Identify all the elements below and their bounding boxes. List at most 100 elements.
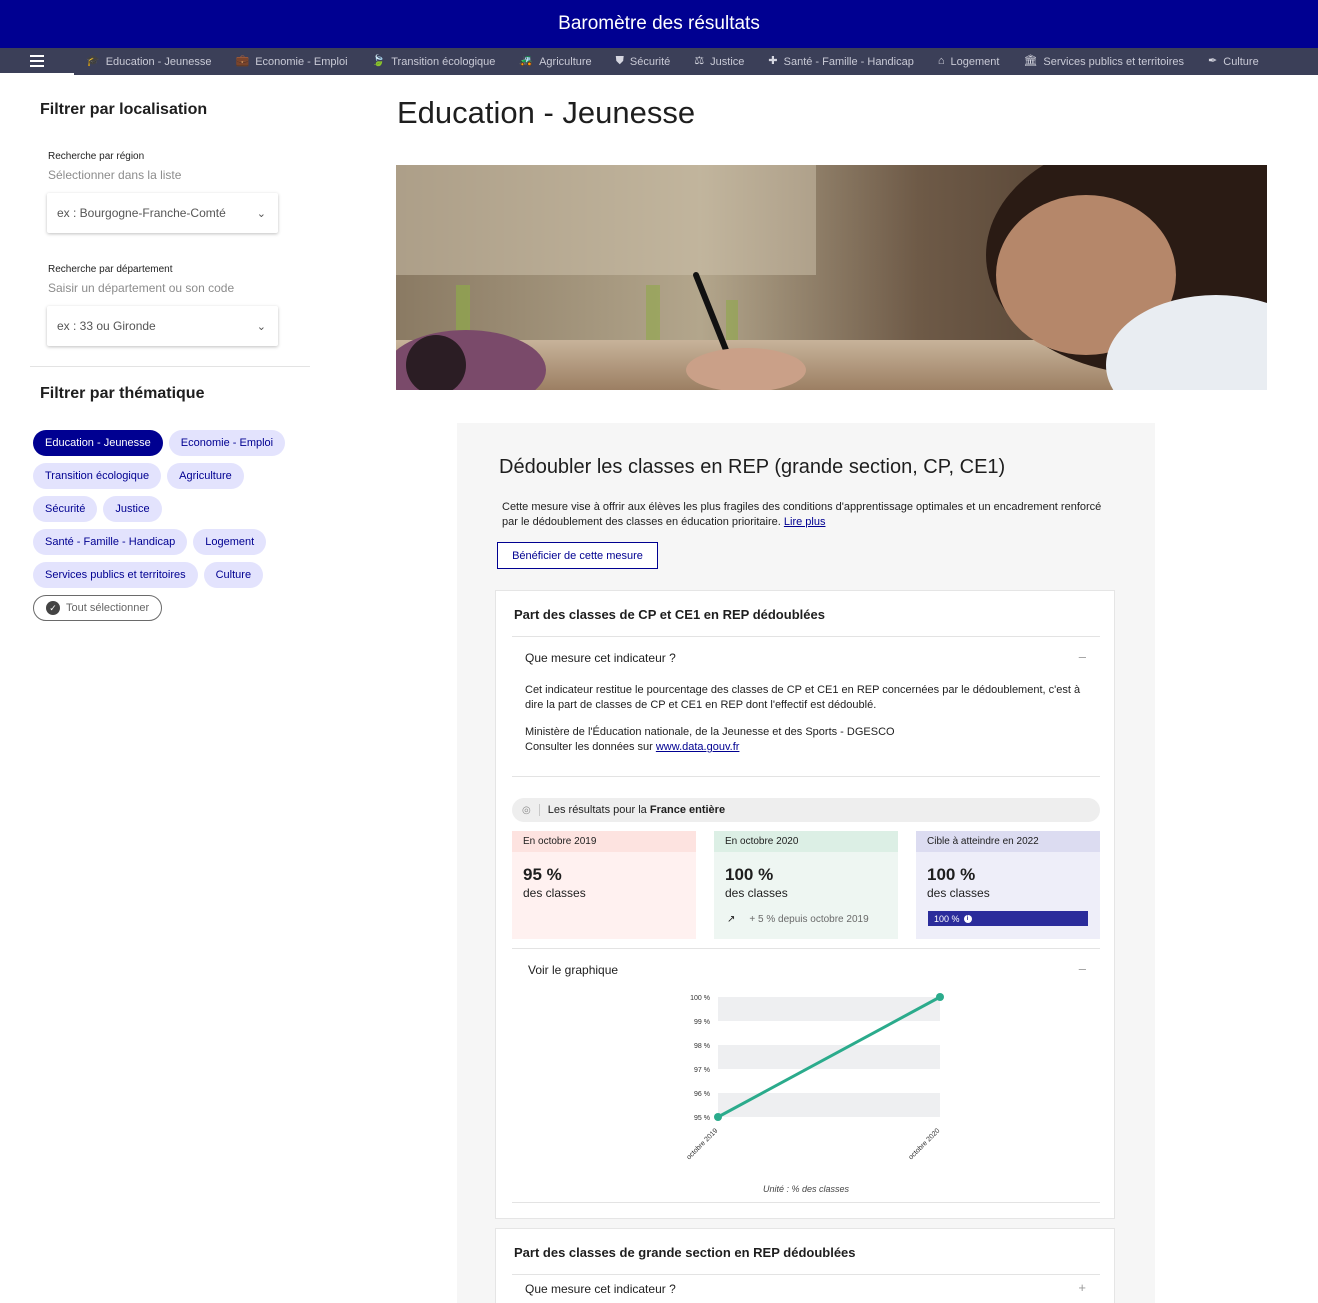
benefit-button[interactable]: Bénéficier de cette mesure (497, 542, 658, 569)
select-all-label: Tout sélectionner (66, 602, 150, 614)
stat-value: 100 % (725, 865, 774, 884)
nav-item[interactable]: ✚ Santé - Famille - Handicap (768, 56, 913, 68)
theme-tag[interactable]: Logement (193, 529, 267, 555)
nav-item-label: Culture (1223, 55, 1259, 68)
theme-tag[interactable]: Sécurité (33, 496, 98, 522)
indicator-accordion-header[interactable]: Que mesure cet indicateur ? (525, 1282, 676, 1296)
delta-text: + 5 % depuis octobre 2019 (749, 914, 869, 925)
indicator-source: Ministère de l'Éducation nationale, de l… (525, 725, 1090, 755)
location-text: Les résultats pour la France entière (548, 804, 725, 816)
indicator-card: Part des classes de CP et CE1 en REP déd… (495, 590, 1115, 1219)
nav-item[interactable]: ✒ Culture (1208, 56, 1259, 68)
data-gouv-link[interactable]: www.data.gouv.fr (656, 741, 740, 753)
source-text: Ministère de l'Éducation nationale, de l… (525, 726, 895, 738)
location-value: France entière (649, 804, 726, 816)
collapse-icon[interactable]: – (1079, 961, 1086, 976)
stat-heading: En octobre 2019 (512, 831, 696, 852)
nav-item[interactable]: 💼 Economie - Emploi (236, 56, 348, 68)
quill-icon: ✒ (1208, 55, 1218, 67)
nav-item-label: Transition écologique (391, 55, 496, 68)
location-bar: ◎ Les résultats pour la France entière (512, 798, 1100, 822)
chevron-down-icon: ⌄ (256, 320, 266, 333)
measure-panel: Dédoubler les classes en REP (grande sec… (457, 423, 1155, 1303)
divider (512, 776, 1100, 777)
y-tick-label: 100 % (690, 995, 710, 1002)
measure-description: Cette mesure vise à offrir aux élèves le… (502, 500, 1102, 530)
grid-band (718, 997, 940, 1021)
region-hint: Sélectionner dans la liste (48, 168, 182, 182)
nav-item[interactable]: 🚜 Agriculture (519, 56, 591, 68)
chevron-down-icon: ⌄ (256, 207, 266, 220)
region-label: Recherche par région (48, 151, 145, 162)
y-tick-label: 98 % (694, 1043, 710, 1050)
scale-icon: ⚖ (694, 55, 705, 67)
indicator-description: Cet indicateur restitue le pourcentage d… (525, 684, 1081, 711)
theme-tag[interactable]: Culture (203, 562, 264, 588)
leaf-icon: 🍃 (371, 55, 386, 67)
stat-card-target: Cible à atteindre en 2022 100 % des clas… (916, 831, 1100, 939)
theme-tag[interactable]: Services publics et territoires (33, 562, 198, 588)
stat-heading: Cible à atteindre en 2022 (916, 831, 1100, 852)
theme-filter-title: Filtrer par thématique (40, 385, 205, 402)
region-select[interactable]: ex : Bourgogne-Franche-Comté ⌄ (47, 193, 278, 233)
chart-accordion-header[interactable]: Voir le graphique (528, 963, 618, 977)
nav-item[interactable]: 🍃 Transition écologique (372, 56, 496, 68)
nav-item-label: Services publics et territoires (1043, 55, 1185, 68)
theme-tag[interactable]: Agriculture (167, 463, 244, 489)
location-filter-title: Filtrer par localisation (40, 101, 208, 118)
target-progress-bar: 100 % i (928, 911, 1088, 926)
site-header: Baromètre des résultats (0, 0, 1318, 48)
nav-item-label: Economie - Emploi (255, 55, 348, 68)
x-tick-label: octobre 2019 (686, 1127, 720, 1161)
nav-item-label: Education - Jeunesse (105, 55, 212, 68)
graduation-cap-icon: 🎓 (86, 55, 100, 67)
select-all-button[interactable]: ✓ Tout sélectionner (33, 595, 163, 621)
department-label: Recherche par département (48, 264, 173, 275)
stat-delta: ↗ + 5 % depuis octobre 2019 (727, 914, 869, 925)
collapse-icon[interactable]: – (1079, 649, 1086, 664)
theme-tag[interactable]: Economie - Emploi (168, 430, 286, 456)
nav-items: 🎓 Education - Jeunesse 💼 Economie - Emploi 🍃… (74, 48, 1271, 75)
stat-heading: En octobre 2020 (714, 831, 898, 852)
data-source-line: Consulter les données sur www.data.gouv.… (525, 740, 1090, 755)
nav-item[interactable]: 🎓 Education - Jeunesse (86, 56, 212, 68)
site-title: Baromètre des résultats (558, 13, 760, 34)
location-pin-icon: ◎ (522, 804, 531, 816)
stat-card-2020: En octobre 2020 100 % des classes ↗ + 5 … (714, 831, 898, 939)
hero-image (396, 165, 1267, 390)
nav-item[interactable]: ⚖ Justice (694, 56, 744, 68)
stat-value: 100 % (927, 865, 976, 884)
home-icon: ⌂ (937, 55, 945, 67)
menu-icon[interactable] (0, 48, 74, 75)
theme-tag[interactable]: Santé - Famille - Handicap (33, 529, 188, 555)
read-more-link[interactable]: Lire plus (784, 516, 826, 528)
y-tick-label: 99 % (694, 1019, 710, 1026)
page-title: Education - Jeunesse (397, 95, 696, 130)
expand-icon[interactable]: + (1078, 1280, 1086, 1295)
indicator-accordion-header[interactable]: Que mesure cet indicateur ? (525, 651, 676, 665)
nav-item[interactable]: ⌂ Logement (938, 56, 1000, 68)
theme-tag[interactable]: Transition écologique (33, 463, 162, 489)
y-tick-label: 97 % (694, 1067, 710, 1074)
data-source-prefix: Consulter les données sur (525, 741, 653, 753)
x-tick-label: octobre 2020 (908, 1127, 942, 1161)
indicator-card: Part des classes de grande section en RE… (495, 1228, 1115, 1303)
nav-item-label: Sécurité (629, 55, 671, 68)
nav-item[interactable]: ⛊ Sécurité (616, 56, 671, 68)
hero-photo (396, 165, 1267, 390)
nav-item-label: Agriculture (539, 55, 592, 68)
data-point (936, 993, 944, 1001)
theme-tag[interactable]: Education - Jeunesse (33, 430, 163, 456)
separator (538, 804, 540, 816)
institution-icon: 🏛 (1023, 55, 1038, 67)
location-prefix: Les résultats pour la (547, 804, 647, 816)
theme-tag[interactable]: Justice (103, 496, 162, 522)
shield-icon: ⛊ (615, 55, 624, 67)
stat-unit: des classes (927, 886, 990, 900)
divider (512, 1274, 1100, 1275)
medical-bag-icon: ✚ (768, 55, 778, 67)
info-icon[interactable]: i (963, 914, 972, 923)
department-select[interactable]: ex : 33 ou Gironde ⌄ (47, 306, 278, 346)
department-placeholder: ex : 33 ou Gironde (57, 319, 156, 333)
nav-item[interactable]: 🏛 Services publics et territoires (1023, 56, 1184, 68)
